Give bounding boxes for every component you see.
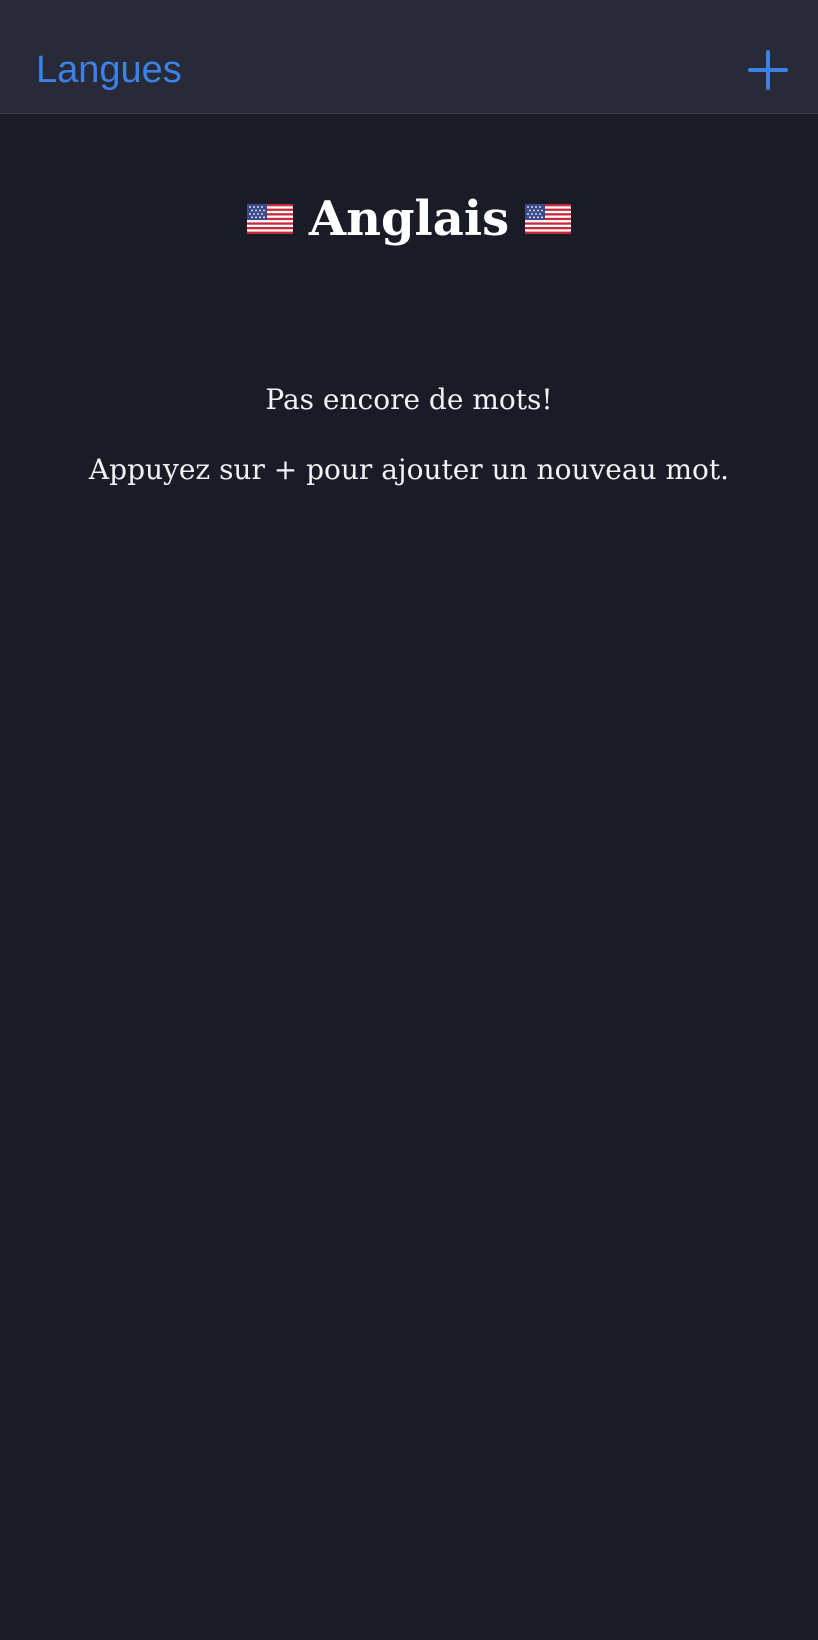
empty-state-hint: Appuyez sur + pour ajouter un nouveau mo… <box>88 453 730 486</box>
language-header: Anglais <box>0 182 818 256</box>
us-flag-icon <box>246 202 293 236</box>
us-flag-icon <box>525 202 572 236</box>
navigation-bar: Langues <box>0 0 818 114</box>
add-word-button[interactable] <box>744 46 792 94</box>
plus-icon <box>748 50 788 90</box>
back-button-langues[interactable]: Langues <box>36 44 182 96</box>
page-title: Anglais <box>308 191 510 247</box>
empty-state-message: Pas encore de mots! <box>265 383 553 416</box>
